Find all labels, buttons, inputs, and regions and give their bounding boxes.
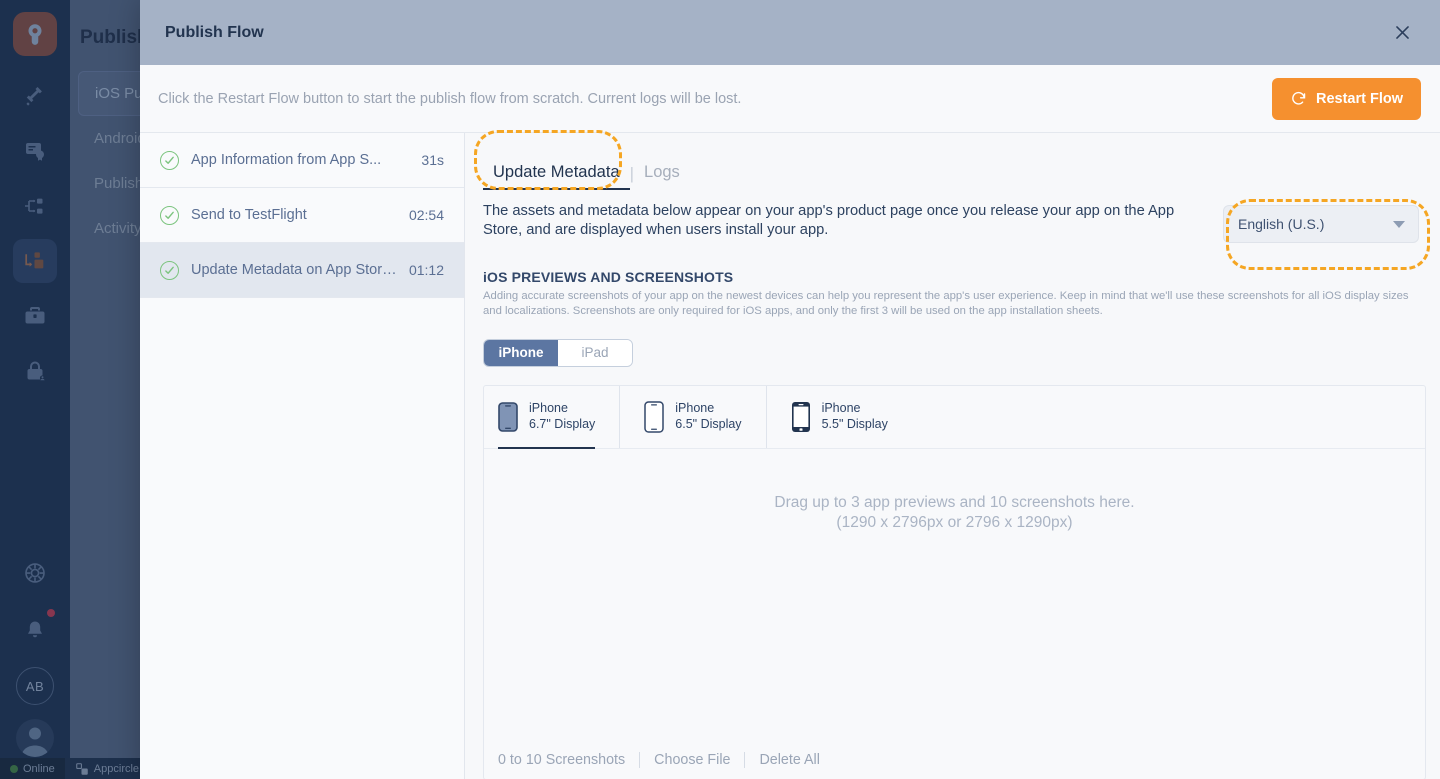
success-check-icon — [160, 150, 179, 170]
restart-notice-bar: Click the Restart Flow button to start t… — [140, 65, 1440, 133]
steps-list: App Information from App S... 31s Send t… — [140, 133, 465, 779]
dropzone-line-2: (1290 x 2796px or 2796 x 1290px) — [836, 513, 1073, 531]
device-tab-labels: iPhone 6.7" Display — [529, 401, 595, 432]
device-display: 5.5" Display — [821, 416, 888, 431]
device-size-tabs: iPhone 6.7" Display iPhone 6.5" Display … — [484, 385, 1425, 449]
step-label: Send to TestFlight — [191, 207, 307, 223]
step-row-send-to-testflight[interactable]: Send to TestFlight 02:54 — [140, 188, 464, 243]
step-duration: 31s — [421, 152, 444, 168]
section-title-previews: iOS PREVIEWS AND SCREENSHOTS — [483, 269, 734, 285]
device-display: 6.7" Display — [529, 416, 596, 431]
screenshot-dropzone[interactable]: Drag up to 3 app previews and 10 screens… — [484, 449, 1425, 741]
step-label: Update Metadata on App Store ... — [191, 262, 397, 278]
restart-notice-text: Click the Restart Flow button to start t… — [158, 90, 742, 107]
screenshots-panel: iPhone 6.7" Display iPhone 6.5" Display … — [483, 384, 1426, 779]
screenshot-count-label: 0 to 10 Screenshots — [498, 751, 626, 768]
modal-body: App Information from App S... 31s Send t… — [140, 133, 1440, 779]
device-tab-labels: iPhone 6.5" Display — [675, 401, 741, 432]
chevron-down-icon — [1393, 220, 1405, 228]
delete-all-button[interactable]: Delete All — [745, 752, 833, 768]
step-row-app-information[interactable]: App Information from App S... 31s — [140, 133, 464, 188]
tab-logs[interactable]: Logs — [634, 163, 690, 190]
platform-toggle-ipad[interactable]: iPad — [558, 339, 632, 366]
restart-flow-button[interactable]: Restart Flow — [1271, 77, 1421, 120]
device-tab-5-5[interactable]: iPhone 5.5" Display — [765, 385, 912, 448]
choose-file-button[interactable]: Choose File — [640, 752, 744, 768]
modal-header: Publish Flow — [140, 0, 1440, 65]
iphone-notch-icon — [644, 400, 665, 433]
success-check-icon — [160, 260, 179, 280]
page-title: Publish Flow — [165, 23, 264, 41]
device-name: iPhone — [821, 400, 861, 415]
language-select[interactable]: English (U.S.) — [1223, 205, 1419, 243]
detail-tabs: Update Metadata | Logs — [465, 133, 1440, 190]
detail-pane: Update Metadata | Logs The assets and me… — [465, 133, 1440, 779]
iphone-home-button-icon — [791, 401, 810, 432]
platform-toggle-iphone[interactable]: iPhone — [484, 339, 558, 366]
device-tab-6-5[interactable]: iPhone 6.5" Display — [619, 385, 765, 448]
section-description-previews: Adding accurate screenshots of your app … — [483, 290, 1409, 318]
tab-update-metadata[interactable]: Update Metadata — [483, 163, 630, 190]
iphone-notch-icon — [498, 401, 518, 432]
platform-toggle: iPhone iPad — [483, 338, 633, 367]
detail-content: The assets and metadata below appear on … — [465, 190, 1440, 779]
step-row-update-metadata[interactable]: Update Metadata on App Store ... 01:12 — [140, 243, 464, 298]
device-tab-6-7[interactable]: iPhone 6.7" Display — [498, 386, 619, 449]
dropzone-line-1: Drag up to 3 app previews and 10 screens… — [774, 493, 1135, 511]
success-check-icon — [160, 205, 179, 225]
device-display: 6.5" Display — [675, 416, 742, 431]
device-name: iPhone — [675, 400, 715, 415]
close-icon[interactable] — [1389, 20, 1415, 46]
publish-flow-modal: Publish Flow Click the Restart Flow butt… — [140, 0, 1440, 779]
intro-description: The assets and metadata below appear on … — [483, 203, 1175, 238]
device-tab-labels: iPhone 5.5" Display — [822, 401, 888, 432]
refresh-icon — [1292, 91, 1306, 105]
step-duration: 01:12 — [408, 262, 444, 278]
device-name: iPhone — [529, 400, 568, 415]
step-label: App Information from App S... — [191, 152, 382, 168]
restart-flow-label: Restart Flow — [1315, 90, 1403, 107]
language-select-value: English (U.S.) — [1238, 216, 1325, 232]
screenshots-footer: 0 to 10 Screenshots Choose File Delete A… — [484, 741, 1425, 779]
intro-row: The assets and metadata below appear on … — [483, 202, 1426, 243]
dropzone-text: Drag up to 3 app previews and 10 screens… — [774, 493, 1134, 534]
step-duration: 02:54 — [408, 207, 444, 223]
